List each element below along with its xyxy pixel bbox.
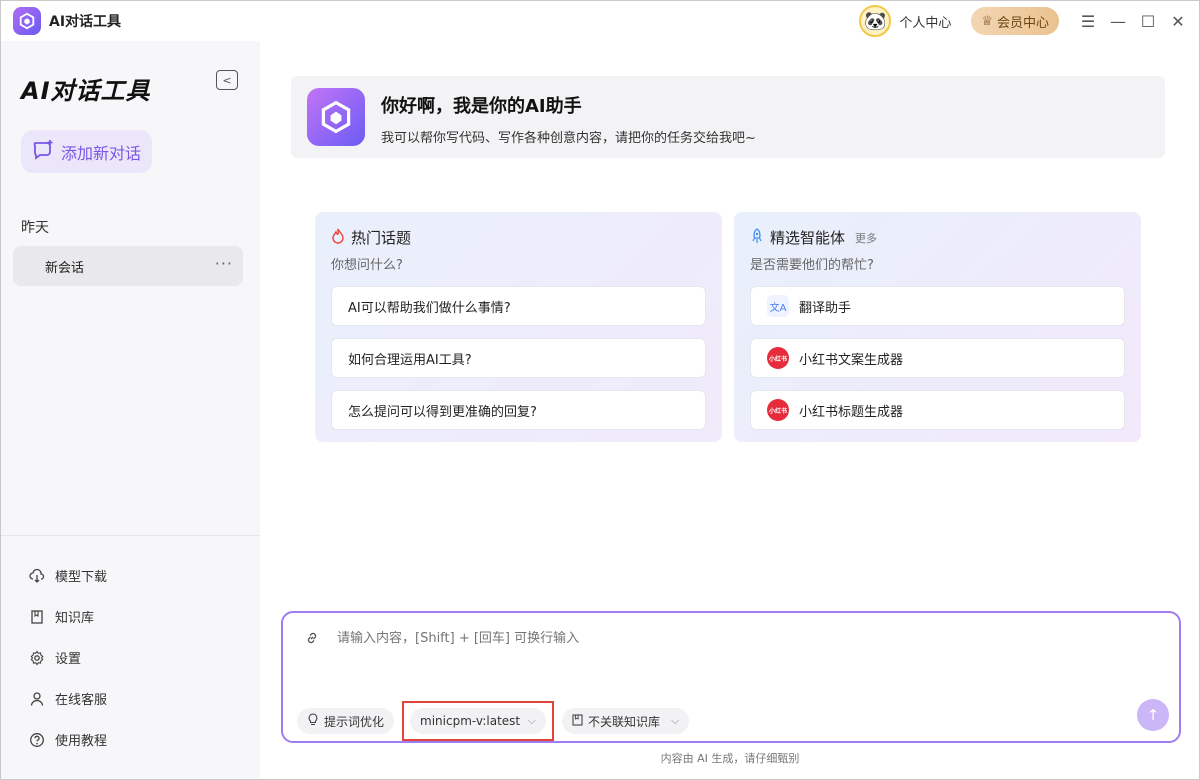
- prompt-optimize-label: 提示词优化: [324, 714, 385, 729]
- hot-topics-title: 热门话题: [351, 229, 412, 247]
- book-icon: [572, 713, 583, 729]
- vip-label: 会员中心: [996, 15, 1049, 31]
- add-new-chat-label: 添加新对话: [61, 143, 142, 163]
- book-icon: [29, 609, 45, 625]
- arrow-up-icon: ↑: [1146, 706, 1160, 724]
- prompt-optimize-button[interactable]: 提示词优化: [297, 708, 395, 734]
- maximize-icon[interactable]: ☐: [1133, 6, 1163, 36]
- sidebar-divider: [1, 535, 260, 536]
- chevron-down-icon: ⌵: [671, 714, 680, 727]
- featured-agents-title: 精选智能体: [770, 229, 846, 247]
- sidebar-nav: 模型下载 知识库 设置 在线客服 使用教程: [29, 555, 107, 760]
- title-bar: AI对话工具 🐼 个人中心 ♕ 会员中心 ☰ — ☐ ✕: [1, 1, 1199, 41]
- nav-online-support[interactable]: 在线客服: [29, 678, 107, 719]
- ai-disclaimer: 内容由 AI 生成，请仔细甄别: [660, 752, 800, 765]
- hot-topics-card: 热门话题 你想问什么? AI可以帮助我们做什么事情? 如何合理运用AI工具? 怎…: [315, 212, 722, 442]
- app-window: AI对话工具 🐼 个人中心 ♕ 会员中心 ☰ — ☐ ✕ AI对话工具 < 添加…: [0, 0, 1200, 780]
- app-logo-icon: [13, 7, 41, 35]
- link-icon[interactable]: [305, 631, 319, 649]
- add-new-chat-button[interactable]: 添加新对话: [21, 130, 152, 173]
- chat-input[interactable]: [337, 631, 1157, 646]
- assistant-logo-icon: [307, 88, 365, 146]
- model-select[interactable]: minicpm-v:latest ⌵: [410, 708, 547, 734]
- welcome-title: 你好啊，我是你的AI助手: [381, 96, 582, 117]
- more-agents-link[interactable]: 更多: [855, 230, 877, 246]
- help-icon: [29, 732, 45, 748]
- nav-model-download[interactable]: 模型下载: [29, 555, 107, 596]
- translate-icon: 文A: [767, 295, 789, 317]
- agent-label: 翻译助手: [799, 300, 852, 316]
- xiaohongshu-icon: 小红书: [767, 347, 789, 369]
- hot-topic-item[interactable]: AI可以帮助我们做什么事情?: [331, 286, 706, 326]
- collapse-sidebar-icon[interactable]: <: [216, 70, 238, 90]
- close-icon[interactable]: ✕: [1163, 6, 1193, 36]
- model-select-highlight: minicpm-v:latest ⌵: [402, 701, 555, 741]
- chevron-down-icon: ⌵: [527, 714, 537, 727]
- nav-label: 在线客服: [55, 693, 108, 708]
- send-button[interactable]: ↑: [1137, 699, 1169, 731]
- featured-agents-subtitle: 是否需要他们的帮忙?: [750, 258, 874, 273]
- hot-topics-subtitle: 你想问什么?: [331, 258, 403, 273]
- hot-topic-item[interactable]: 如何合理运用AI工具?: [331, 338, 706, 378]
- nav-tutorial[interactable]: 使用教程: [29, 719, 107, 760]
- avatar[interactable]: 🐼: [859, 5, 892, 37]
- app-title: AI对话工具: [49, 14, 122, 30]
- cloud-download-icon: [29, 568, 45, 584]
- nav-label: 知识库: [55, 611, 95, 626]
- nav-settings[interactable]: 设置: [29, 637, 107, 678]
- xiaohongshu-icon: 小红书: [767, 399, 789, 421]
- agent-label: 小红书标题生成器: [799, 404, 904, 420]
- conversation-title: 新会话: [45, 260, 85, 276]
- lightbulb-icon: [307, 713, 319, 729]
- agent-item-xhs-title[interactable]: 小红书 小红书标题生成器: [750, 390, 1125, 430]
- welcome-banner: 你好啊，我是你的AI助手 我可以帮你写代码、写作各种创意内容，请把你的任务交给我…: [291, 76, 1165, 158]
- knowledge-base-select[interactable]: 不关联知识库 ⌵: [562, 708, 690, 734]
- minimize-icon[interactable]: —: [1103, 6, 1133, 36]
- vip-center-button[interactable]: ♕ 会员中心: [971, 7, 1059, 35]
- agent-item-xhs-copy[interactable]: 小红书 小红书文案生成器: [750, 338, 1125, 378]
- nav-knowledge-base[interactable]: 知识库: [29, 596, 107, 637]
- main-content: 你好啊，我是你的AI助手 我可以帮你写代码、写作各种创意内容，请把你的任务交给我…: [261, 41, 1199, 779]
- agent-item-translate[interactable]: 文A 翻译助手: [750, 286, 1125, 326]
- rocket-icon: [750, 227, 764, 248]
- nav-label: 使用教程: [55, 734, 108, 749]
- user-icon: [29, 691, 45, 707]
- welcome-subtitle: 我可以帮你写代码、写作各种创意内容，请把你的任务交给我吧~: [381, 131, 756, 146]
- menu-icon[interactable]: ☰: [1073, 6, 1103, 36]
- sidebar: AI对话工具 < 添加新对话 昨天 新会话 ··· 模型下载 知识库 设置 在线…: [1, 41, 260, 779]
- personal-center-link[interactable]: 个人中心: [899, 12, 951, 31]
- model-select-value: minicpm-v:latest: [420, 714, 521, 728]
- knowledge-base-value: 不关联知识库: [588, 714, 661, 729]
- conversation-item[interactable]: 新会话 ···: [13, 246, 243, 286]
- gear-icon: [29, 650, 45, 666]
- chat-plus-icon: [31, 138, 55, 166]
- conversation-group-label: 昨天: [21, 220, 49, 236]
- chat-input-box: 提示词优化 minicpm-v:latest ⌵ 不关联知识库 ⌵: [281, 611, 1181, 743]
- nav-label: 设置: [55, 652, 82, 667]
- agent-label: 小红书文案生成器: [799, 352, 904, 368]
- featured-agents-card: 精选智能体 更多 是否需要他们的帮忙? 文A 翻译助手 小红书 小红书文案生成器…: [734, 212, 1141, 442]
- sidebar-brand: AI对话工具: [21, 77, 151, 105]
- nav-label: 模型下载: [55, 570, 108, 585]
- hot-topic-item[interactable]: 怎么提问可以得到更准确的回复?: [331, 390, 706, 430]
- more-options-icon[interactable]: ···: [215, 254, 233, 273]
- fire-icon: [331, 228, 345, 248]
- crown-icon: ♕: [981, 13, 993, 29]
